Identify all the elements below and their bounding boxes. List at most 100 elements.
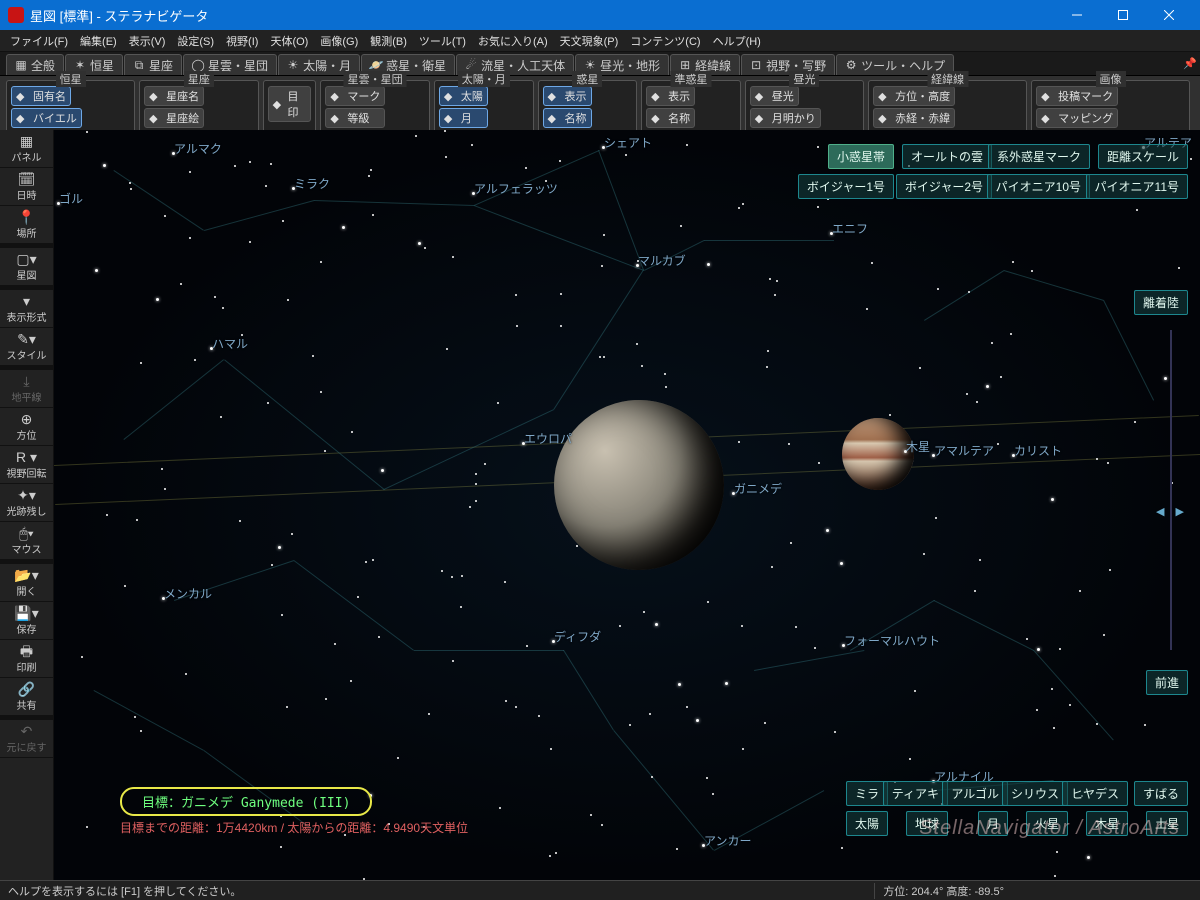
category-tab[interactable]: ⊡視野・写野 <box>741 54 835 75</box>
sidebar-button[interactable]: R ▾視野回転 <box>0 446 53 484</box>
sidebar-button[interactable]: 🖱▾マウス <box>0 522 53 560</box>
group-label: 経緯線 <box>927 71 968 87</box>
sky-quicknav-button[interactable]: アルゴル <box>942 781 1008 806</box>
menu-item[interactable]: 観測(B) <box>364 31 413 51</box>
bg-star <box>461 575 463 577</box>
sidebar-button[interactable]: ⊕方位 <box>0 408 53 446</box>
toolbar-button[interactable]: ◆バイエル <box>11 108 82 128</box>
sidebar-button[interactable]: ▾表示形式 <box>0 290 53 328</box>
menu-item[interactable]: ツール(T) <box>413 31 472 51</box>
toolbar-button[interactable]: ◆月明かり <box>750 108 821 128</box>
sidebar-button[interactable]: 🖶印刷 <box>0 640 53 678</box>
sidebar-button[interactable]: 📍場所 <box>0 206 53 244</box>
toolbar-button[interactable]: ◆投稿マーク <box>1036 86 1118 106</box>
toolbar-button[interactable]: ◆マーク <box>325 86 385 106</box>
button-icon: ◆ <box>330 90 344 102</box>
bg-star <box>1037 648 1040 651</box>
toolbar-button[interactable]: ◆固有名 <box>11 86 71 106</box>
zoom-slider[interactable] <box>1170 330 1172 650</box>
tab-icon: ☀ <box>287 59 299 71</box>
toolbar-button[interactable]: ◆方位・高度 <box>873 86 955 106</box>
toolbar-button[interactable]: ◆名称 <box>646 108 695 128</box>
toolbar-button[interactable]: ◆等級 <box>325 108 385 128</box>
menu-item[interactable]: ファイル(F) <box>4 31 74 51</box>
sky-quicknav-button[interactable]: ミラ <box>846 781 888 806</box>
bg-star <box>576 545 578 547</box>
toolbar-button[interactable]: ◆名称 <box>543 108 592 128</box>
sidebar-button[interactable]: ▦パネル <box>0 130 53 168</box>
toolbar-button[interactable]: ◆マッピング <box>1036 108 1118 128</box>
sky-overlay-button[interactable]: ボイジャー2号 <box>896 174 992 199</box>
menu-item[interactable]: コンテンツ(C) <box>624 31 706 51</box>
sky-overlay-button[interactable]: ボイジャー1号 <box>798 174 894 199</box>
sky-overlay-button[interactable]: 系外惑星マーク <box>988 144 1090 169</box>
toolbar-button[interactable]: ◆月 <box>439 108 488 128</box>
bg-star <box>834 731 836 733</box>
toolbar-button[interactable]: ◆表示 <box>646 86 695 106</box>
bg-star <box>351 431 353 433</box>
toolbar-button[interactable]: ◆太陽 <box>439 86 488 106</box>
minimize-button[interactable] <box>1054 0 1100 30</box>
forward-button[interactable]: 前進 <box>1146 670 1188 695</box>
sidebar-button[interactable]: ▢▾星図 <box>0 248 53 286</box>
sky-overlay-button[interactable]: パイオニア11号 <box>1086 174 1188 199</box>
sky-quicknav-button[interactable]: ヒヤデス <box>1062 781 1128 806</box>
status-bar: ヘルプを表示するには [F1] を押してください。 方位: 204.4° 高度:… <box>0 880 1200 900</box>
bg-star <box>636 343 638 345</box>
menu-item[interactable]: 表示(V) <box>123 31 172 51</box>
bg-star <box>1000 376 1002 378</box>
button-icon: ◆ <box>149 112 163 124</box>
sidebar-button[interactable]: ✎▾スタイル <box>0 328 53 366</box>
sky-overlay-button[interactable]: 小惑星帯 <box>828 144 894 169</box>
zoom-thumb[interactable]: ◀▶ <box>1156 505 1184 519</box>
sky-overlay-button[interactable]: オールトの雲 <box>902 144 992 169</box>
category-tab[interactable]: ⧉星座 <box>124 54 182 75</box>
toolbar-button[interactable]: ◆星座絵 <box>144 108 204 128</box>
menu-item[interactable]: 天体(O) <box>264 31 314 51</box>
sky-overlay-button[interactable]: 距離スケール <box>1098 144 1188 169</box>
landing-button[interactable]: 離着陸 <box>1134 290 1188 315</box>
tab-icon: ⊞ <box>679 59 691 71</box>
toolbar-button[interactable]: ◆赤経・赤緯 <box>873 108 955 128</box>
menu-item[interactable]: 編集(E) <box>74 31 123 51</box>
sidebar-button[interactable]: 🔗共有 <box>0 678 53 716</box>
bg-star <box>444 130 446 132</box>
toolbar-button[interactable]: ◆星座名 <box>144 86 204 106</box>
sky-quicknav-button[interactable]: すばる <box>1134 781 1188 806</box>
bg-star <box>320 391 322 393</box>
bg-star <box>769 278 771 280</box>
toolbar-button[interactable]: ◆表示 <box>543 86 592 106</box>
menu-item[interactable]: お気に入り(A) <box>472 31 554 51</box>
close-button[interactable] <box>1146 0 1192 30</box>
menu-item[interactable]: 設定(S) <box>171 31 220 51</box>
bg-star <box>451 576 453 578</box>
sky-quicknav-button[interactable]: 太陽 <box>846 811 888 836</box>
ganymede-body[interactable] <box>554 400 724 570</box>
sidebar-button[interactable]: ✦▾光跡残し <box>0 484 53 522</box>
jupiter-body[interactable] <box>842 418 914 490</box>
toolbar-button[interactable]: ◆昼光 <box>750 86 799 106</box>
sky-overlay-button[interactable]: パイオニア10号 <box>987 174 1090 199</box>
sky-view[interactable]: アルマクミラクアルフェラッツシェアトマルカブエニフハマルエウロパガニメデ木星アマ… <box>54 130 1200 880</box>
toolbar-button[interactable]: ◆目印 <box>268 86 312 122</box>
menu-item[interactable]: 視野(I) <box>220 31 264 51</box>
sky-quicknav-button[interactable]: シリウス <box>1002 781 1068 806</box>
bg-star <box>415 135 417 137</box>
button-icon: ◆ <box>548 112 562 124</box>
sidebar-button[interactable]: 💾▾保存 <box>0 602 53 640</box>
sidebar-button[interactable]: 📂▾開く <box>0 564 53 602</box>
bg-star <box>525 167 527 169</box>
menubar: ファイル(F)編集(E)表示(V)設定(S)視野(I)天体(O)画像(G)観測(… <box>0 30 1200 52</box>
pin-icon[interactable]: 📌 <box>1180 52 1200 75</box>
menu-item[interactable]: ヘルプ(H) <box>707 31 767 51</box>
sidebar-button[interactable]: 🗓日時 <box>0 168 53 206</box>
bg-star <box>365 561 367 563</box>
bg-star <box>664 373 666 375</box>
bg-star <box>445 156 447 158</box>
menu-item[interactable]: 画像(G) <box>314 31 364 51</box>
maximize-button[interactable] <box>1100 0 1146 30</box>
menu-item[interactable]: 天文現象(P) <box>554 31 625 51</box>
bg-star <box>424 247 426 249</box>
sky-quicknav-button[interactable]: ティアキ <box>883 781 948 806</box>
star-label: カリスト <box>1014 442 1062 459</box>
